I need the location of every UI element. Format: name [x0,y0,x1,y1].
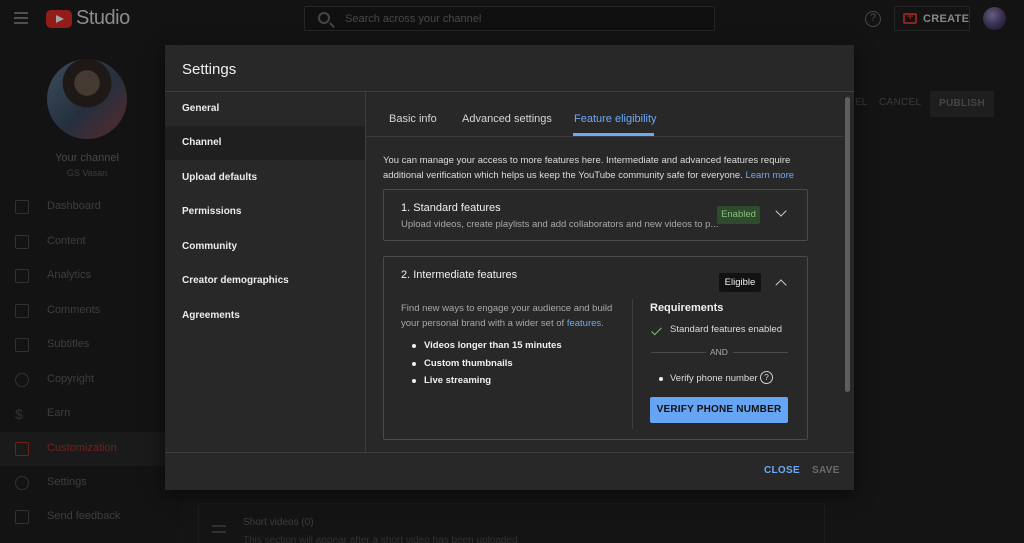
settings-nav-label: Upload defaults [182,172,258,183]
settings-nav-label: Channel [182,137,222,148]
feature-list: Videos longer than 15 minutes Custom thu… [412,340,562,393]
settings-nav-channel[interactable]: Channel [165,126,365,160]
intermediate-features-card: 2. Intermediate features Eligible Find n… [383,256,808,440]
dialog-title: Settings [182,61,237,78]
and-label: AND [710,347,728,357]
settings-nav-permissions[interactable]: Permissions [165,195,365,229]
list-item: Videos longer than 15 minutes [412,340,562,358]
requirements-title: Requirements [650,302,724,314]
tab-feature-eligibility[interactable]: Feature eligibility [574,113,657,125]
settings-nav-community[interactable]: Community [165,230,365,264]
intermediate-features-title: 2. Intermediate features [401,269,518,281]
settings-nav-agreements[interactable]: Agreements [165,299,365,333]
tab-basic-info[interactable]: Basic info [389,113,437,125]
learn-more-link[interactable]: Learn more [745,170,794,181]
standard-features-title: 1. Standard features [401,202,501,214]
check-icon [651,324,662,336]
bullet-icon [659,377,663,381]
divider [733,352,788,353]
requirement-standard-features: Standard features enabled [670,324,782,335]
divider [651,352,706,353]
settings-nav-label: General [182,103,220,114]
settings-nav-upload-defaults[interactable]: Upload defaults [165,161,365,195]
divider [632,299,633,429]
settings-nav-label: Community [182,241,237,252]
intro-body: You can manage your access to more featu… [383,155,791,181]
divider [366,136,844,137]
settings-nav: General Channel Upload defaults Permissi… [165,92,365,452]
standard-features-description: Upload videos, create playlists and add … [401,219,719,230]
help-icon[interactable]: ? [760,371,773,384]
tab-advanced-settings[interactable]: Advanced settings [462,113,552,125]
settings-nav-creator-demographics[interactable]: Creator demographics [165,264,365,298]
features-link[interactable]: features. [567,318,604,329]
settings-content: Basic info Advanced settings Feature eli… [366,92,844,452]
settings-nav-label: Permissions [182,206,242,217]
standard-features-card[interactable]: 1. Standard features Upload videos, crea… [383,189,808,241]
requirement-verify-phone: Verify phone number [670,373,758,384]
chevron-up-icon[interactable] [775,279,787,291]
settings-nav-general[interactable]: General [165,92,365,126]
close-button[interactable]: CLOSE [764,465,800,476]
verify-phone-number-button[interactable]: VERIFY PHONE NUMBER [650,397,788,423]
list-item: Custom thumbnails [412,358,562,376]
enabled-badge: Enabled [717,206,760,224]
chevron-down-icon[interactable] [775,205,787,217]
settings-nav-label: Creator demographics [182,275,289,286]
intermediate-features-description: Find new ways to engage your audience an… [401,302,623,331]
settings-dialog: Settings General Channel Upload defaults… [165,45,854,490]
scrollbar[interactable] [845,97,850,392]
settings-nav-label: Agreements [182,310,240,321]
list-item: Live streaming [412,375,562,393]
save-button[interactable]: SAVE [812,465,840,476]
eligible-badge: Eligible [719,273,761,292]
intro-text: You can manage your access to more featu… [383,154,803,183]
divider [165,452,854,453]
